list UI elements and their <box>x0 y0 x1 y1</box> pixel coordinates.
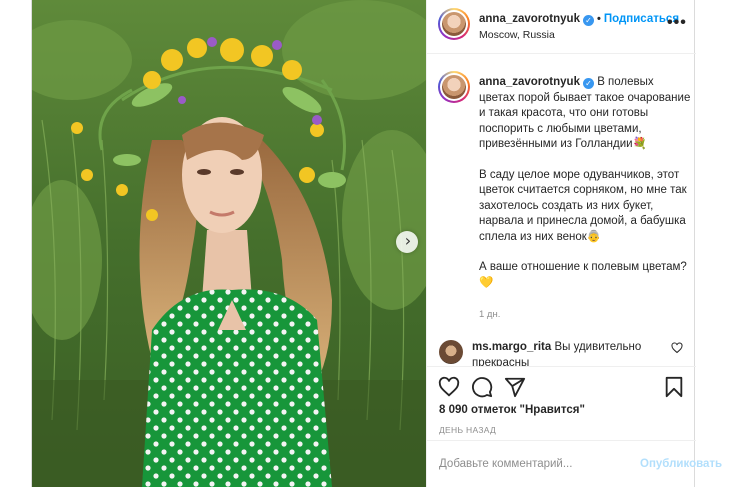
caption-author-avatar[interactable] <box>438 71 470 103</box>
post-caption: anna_zavorotnyuk ✓ В полевых цветах порой… <box>479 75 691 306</box>
author-username[interactable]: anna_zavorotnyuk <box>479 13 580 25</box>
post-date: ДЕНЬ НАЗАД <box>439 425 497 435</box>
post-dialog: › anna_zavorotnyuk ✓ • Подписаться Moscow, … <box>31 0 722 487</box>
verified-badge-icon: ✓ <box>582 78 594 89</box>
post-location[interactable]: Moscow, Russia <box>479 29 555 41</box>
share-icon[interactable] <box>504 376 526 398</box>
post-header: anna_zavorotnyuk ✓ • Подписаться Moscow, Ru… <box>427 0 696 54</box>
author-avatar[interactable] <box>438 8 470 40</box>
comment-like-icon[interactable] <box>671 342 683 354</box>
more-options-icon[interactable]: ••• <box>667 14 687 32</box>
comment-text-line: ms.margo_rita Вы удивительно прекрасны <box>472 340 672 366</box>
caption-paragraph-2: В саду целое море одуванчиков, этот цвет… <box>479 168 687 243</box>
post-side-panel: anna_zavorotnyuk ✓ • Подписаться Moscow, Ru… <box>426 0 722 487</box>
caption-paragraph-3: А ваше отношение к полевым цветам?💛 <box>479 261 687 289</box>
chevron-right-icon: › <box>404 231 412 250</box>
next-photo-button[interactable]: › <box>396 231 418 253</box>
publish-button[interactable]: Опубликовать <box>640 458 722 470</box>
post-photo: › <box>32 0 426 487</box>
caption-time: 1 дн. <box>479 309 501 320</box>
post-actions: 8 090 отметок "Нравится" ДЕНЬ НАЗАД <box>427 366 696 440</box>
verified-badge-icon: ✓ <box>582 15 594 26</box>
separator-dot: • <box>596 13 601 25</box>
post-image <box>32 0 426 487</box>
bookmark-icon[interactable] <box>663 376 685 398</box>
comment-item: ms.margo_rita Вы удивительно прекрасны <box>427 330 696 366</box>
caption-username[interactable]: anna_zavorotnyuk <box>479 76 580 88</box>
heart-icon[interactable] <box>438 376 460 398</box>
comment-input[interactable] <box>439 455 599 473</box>
caption-area: anna_zavorotnyuk ✓ В полевых цветах порой… <box>427 54 696 330</box>
commenter-username[interactable]: ms.margo_rita <box>472 341 551 353</box>
like-count[interactable]: 8 090 отметок "Нравится" <box>439 404 585 416</box>
comment-icon[interactable] <box>471 376 493 398</box>
commenter-avatar[interactable] <box>439 340 463 364</box>
add-comment-bar: Опубликовать <box>427 440 722 487</box>
author-line: anna_zavorotnyuk ✓ • Подписаться <box>479 13 679 26</box>
